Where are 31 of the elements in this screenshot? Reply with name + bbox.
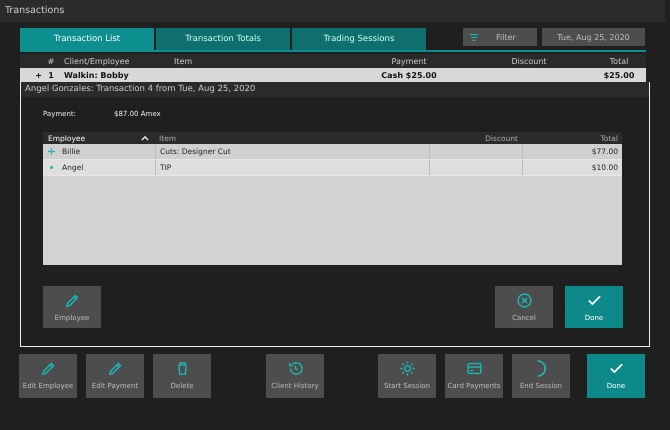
window-title: Transactions: [0, 0, 665, 22]
pencil-icon: [40, 360, 56, 377]
expand-toggle[interactable]: +: [20, 70, 42, 80]
pencil-icon: [64, 292, 80, 309]
table-cell-text: Walkin: Bobby: [63, 70, 130, 80]
cancel-icon: [516, 292, 532, 309]
table-cell-text: Cash $25.00: [380, 70, 438, 80]
column-header: #: [46, 56, 56, 66]
tab[interactable]: Transaction Totals: [156, 28, 290, 50]
pencil-icon: [106, 360, 124, 377]
table-cell-text: 1: [47, 70, 55, 80]
sort-up-icon[interactable]: [141, 136, 149, 140]
history-icon: [286, 360, 304, 377]
column-header: Client/Employee: [63, 56, 130, 66]
plus-icon: [48, 148, 55, 155]
table-row[interactable]: + 1 Walkin: Bobby Cash $25.00 $25.00: [20, 68, 646, 82]
column-header: Total: [608, 56, 630, 66]
column-header: Item: [173, 56, 194, 66]
sun-icon: [398, 360, 416, 377]
dot-icon: [50, 166, 53, 169]
table-cell-text: $25.00: [602, 70, 636, 80]
tab[interactable]: Trading Sessions: [292, 28, 426, 50]
column-header: Discount: [510, 56, 548, 66]
moon-icon: [536, 360, 546, 377]
card-icon: [466, 360, 482, 377]
filter-icon: [469, 34, 479, 40]
filter-button[interactable]: Filter: [463, 28, 537, 46]
dialog-title: Angel Gonzales: Transaction 4 from Tue, Aug 25, 2020: [21, 82, 649, 97]
column-header: Payment: [390, 56, 428, 66]
tab[interactable]: Transaction List: [20, 28, 154, 50]
date-button[interactable]: Tue, Aug 25, 2020: [542, 28, 645, 46]
